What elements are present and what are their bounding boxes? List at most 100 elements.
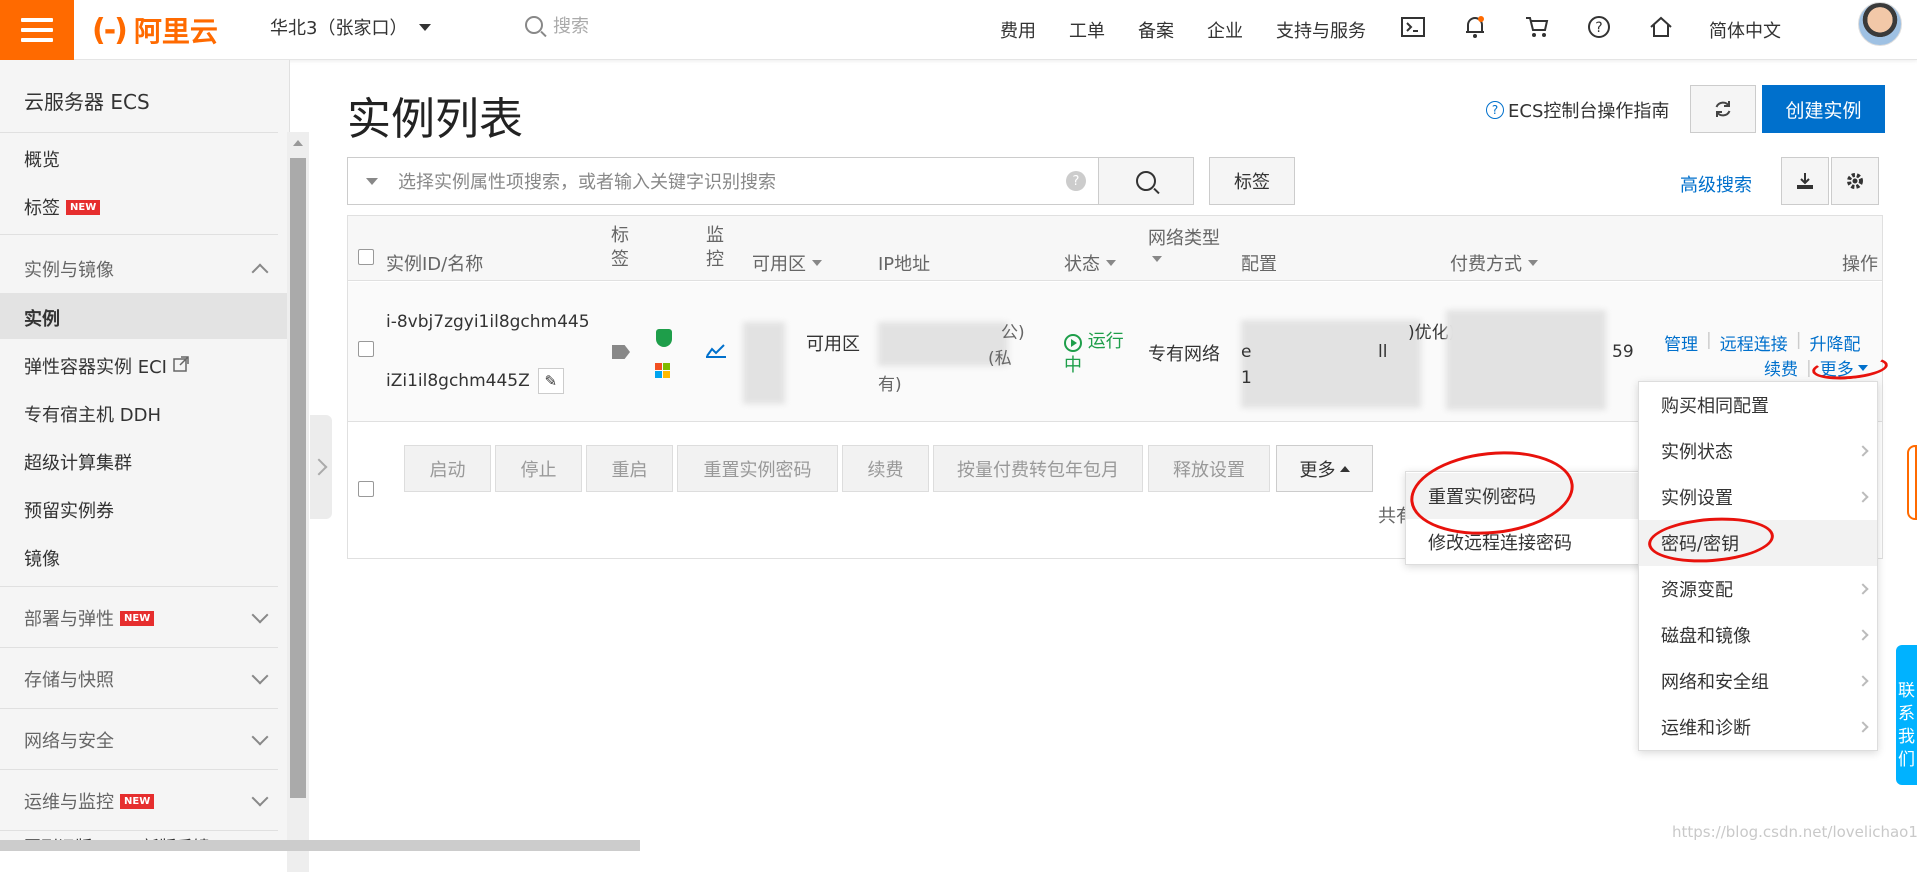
tag-icon[interactable] [612,343,630,364]
sidebar-group-deployment[interactable]: 部署与弹性 NEW [24,605,269,631]
menu-item-instance-settings[interactable]: 实例设置 [1639,474,1877,520]
edit-name-icon[interactable]: ✎ [537,368,564,394]
col-zone-header[interactable]: 可用区 [752,250,822,276]
sidebar-item-overview[interactable]: 概览 [24,146,60,172]
col-billing-header[interactable]: 付费方式 [1450,250,1538,276]
sidebar-item-label: 超级计算集群 [24,453,132,474]
sidebar-item-tags[interactable]: 标签 NEW [24,194,101,220]
search-button[interactable] [1098,157,1194,205]
filter-dropdown-icon[interactable] [366,177,378,185]
global-search[interactable]: 搜索 [525,12,589,38]
manage-link[interactable]: 管理 [1664,330,1698,355]
horizontal-scrollbar[interactable] [0,840,640,851]
stop-button[interactable]: 停止 [495,445,582,492]
menu-item-buy-same[interactable]: 购买相同配置 [1639,382,1877,428]
table-settings-button[interactable] [1831,157,1879,205]
sidebar-item-instances[interactable]: 实例 [24,305,60,331]
sidebar-collapse-toggle[interactable] [310,415,332,519]
menu-item-ops-diagnostics[interactable]: 运维和诊断 [1639,704,1877,750]
instance-id-link[interactable]: i-8vbj7zgyi1il8gchm445 [386,312,590,332]
nav-enterprise[interactable]: 企业 [1207,17,1243,43]
export-button[interactable] [1781,157,1829,205]
renew-button[interactable]: 续费 [842,445,929,492]
instance-name: iZi1il8gchm445Z [386,371,530,391]
col-status-header[interactable]: 状态 [1064,250,1116,276]
divider [0,830,278,831]
language-switch[interactable]: 简体中文 [1709,17,1781,43]
bulk-more-button[interactable]: 更多 [1276,445,1373,492]
home-icon[interactable] [1647,16,1675,44]
menu-item-label: 运维和诊断 [1661,718,1751,739]
advanced-search-link[interactable]: 高级搜索 [1680,171,1752,197]
billing-date-suffix: 59 [1612,342,1634,362]
contact-us-widget[interactable]: 联系我们 [1896,645,1917,785]
sidebar-item-label: 预留实例券 [24,501,114,522]
row-checkbox[interactable] [358,341,374,357]
scroll-up-arrow-icon[interactable] [293,140,303,146]
cart-icon[interactable] [1523,16,1551,44]
search-icon [1136,171,1156,191]
select-all-checkbox[interactable] [358,249,374,265]
renew-link[interactable]: 续费 [1764,355,1798,380]
start-button[interactable]: 启动 [404,445,491,492]
create-instance-button[interactable]: 创建实例 [1762,85,1885,133]
menu-item-label: 网络和安全组 [1661,672,1769,693]
instance-search-input[interactable]: 选择实例属性项搜索，或者输入关键字识别搜索 ? [347,157,1099,205]
aliyun-logo[interactable]: (-) 阿里云 [92,10,218,50]
nav-support[interactable]: 支持与服务 [1276,17,1366,43]
tag-filter-button[interactable]: 标签 [1209,157,1295,205]
sidebar-item-ddh[interactable]: 专有宿主机 DDH [24,401,161,427]
search-help-icon[interactable]: ? [1066,171,1086,191]
sidebar-item-reserved[interactable]: 预留实例券 [24,497,114,523]
terminal-icon[interactable] [1399,17,1427,43]
chevron-right-icon [1857,675,1869,687]
console-guide-link[interactable]: ? ECS控制台操作指南 [1486,97,1669,123]
menu-item-instance-status[interactable]: 实例状态 [1639,428,1877,474]
sidebar-item-eci[interactable]: 弹性容器实例 ECI [24,353,189,379]
sidebar-group-ops[interactable]: 运维与监控 NEW [24,788,269,814]
menu-item-resource-change[interactable]: 资源变配 [1639,566,1877,612]
sidebar-group-instances-images[interactable]: 实例与镜像 [24,256,269,282]
config-link-suffix[interactable]: ll [1378,342,1387,362]
reset-password-button[interactable]: 重置实例密码 [677,445,838,492]
sidebar-group-label: 运维与监控 [24,792,114,813]
nav-tickets[interactable]: 工单 [1069,17,1105,43]
zone-cell: 可用区 [806,334,860,355]
nav-icp[interactable]: 备案 [1138,17,1174,43]
resize-link[interactable]: 升降配 [1809,330,1860,355]
col-billing: 付费方式 [1450,254,1522,275]
search-placeholder: 选择实例属性项搜索，或者输入关键字识别搜索 [398,172,776,193]
convert-billing-button[interactable]: 按量付费转包年包月 [933,445,1143,492]
col-actions: 操作 [1842,254,1878,275]
help-icon[interactable]: ? [1585,15,1613,45]
release-settings-button[interactable]: 释放设置 [1148,445,1270,492]
sidebar-group-storage[interactable]: 存储与快照 [24,666,269,692]
col-zone: 可用区 [752,254,806,275]
bulk-select-checkbox[interactable] [358,481,374,497]
user-avatar[interactable] [1858,2,1902,46]
logo-mark: (-) [92,12,128,48]
refresh-button[interactable] [1690,85,1756,133]
monitor-chart-icon[interactable] [706,342,726,363]
sidebar-item-scc[interactable]: 超级计算集群 [24,449,132,475]
bell-icon[interactable] [1461,15,1489,45]
network-type-cell: 专有网络 [1148,344,1220,365]
sidebar-group-network[interactable]: 网络与安全 [24,727,269,753]
menu-item-disk-image[interactable]: 磁盘和镜像 [1639,612,1877,658]
guide-label: ECS控制台操作指南 [1508,101,1670,122]
scrollbar-thumb[interactable] [290,158,306,798]
menu-hamburger-icon[interactable] [0,0,74,60]
menu-item-network-security[interactable]: 网络和安全组 [1639,658,1877,704]
restart-button[interactable]: 重启 [586,445,673,492]
status-badge: 运行中 [1064,330,1126,378]
sidebar-scrollbar[interactable] [287,132,309,872]
chevron-right-icon [1857,445,1869,457]
side-feedback-tab[interactable] [1907,445,1917,520]
region-selector[interactable]: 华北3（张家口） [270,14,432,40]
col-network-header[interactable]: 网络类型 [1148,224,1220,262]
config-link-prefix[interactable]: e [1241,342,1251,362]
remote-connect-link[interactable]: 远程连接 [1720,330,1788,355]
nav-billing[interactable]: 费用 [1000,17,1036,43]
sidebar-item-images[interactable]: 镜像 [24,545,60,571]
sidebar-item-label: 镜像 [24,549,60,570]
